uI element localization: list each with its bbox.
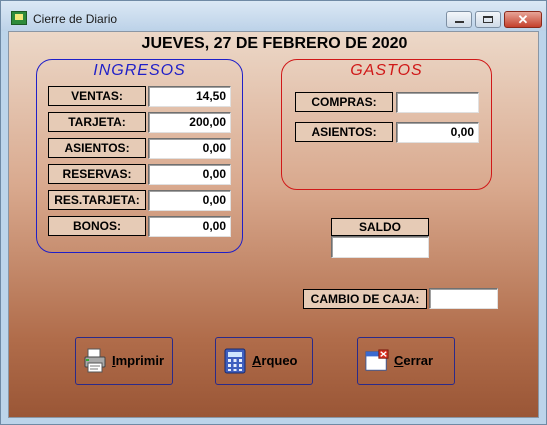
gastos-title: GASTOS (350, 62, 423, 79)
close-window-icon (365, 349, 389, 371)
print-button-label: Imprimir (112, 353, 165, 368)
printer-icon (84, 348, 106, 373)
window-title: Cierre de Diario (33, 12, 118, 26)
window: Cierre de Diario ✕ JUEVES, 27 DE FEBRERO… (0, 0, 547, 425)
close-window-button[interactable]: ✕ (504, 11, 542, 28)
arqueo-button-label: Arqueo (252, 353, 298, 368)
minimize-button[interactable] (446, 11, 472, 28)
ventas-label: VENTAS: (48, 86, 146, 106)
form-body: JUEVES, 27 DE FEBRERO DE 2020 INGRESOS V… (8, 31, 539, 418)
asientos-ingresos-field[interactable]: 0,00 (148, 138, 231, 159)
close-icon: ✕ (517, 12, 529, 27)
tarjeta-field[interactable]: 200,00 (148, 112, 231, 133)
bonos-field[interactable]: 0,00 (148, 216, 231, 237)
title-bar[interactable]: Cierre de Diario ✕ (1, 1, 546, 31)
saldo-field[interactable] (331, 236, 429, 258)
ingresos-title: INGRESOS (93, 62, 186, 79)
res-tarjeta-label: RES.TARJETA: (48, 190, 146, 210)
tarjeta-label: TARJETA: (48, 112, 146, 132)
date-heading: JUEVES, 27 DE FEBRERO DE 2020 (141, 35, 408, 52)
reservas-field[interactable]: 0,00 (148, 164, 231, 185)
compras-label: COMPRAS: (295, 92, 393, 112)
res-tarjeta-field[interactable]: 0,00 (148, 190, 231, 211)
compras-field[interactable] (396, 92, 479, 113)
bonos-label: BONOS: (48, 216, 146, 236)
print-button[interactable]: Imprimir (75, 337, 173, 385)
asientos-ingresos-label: ASIENTOS: (48, 138, 146, 158)
ventas-field[interactable]: 14,50 (148, 86, 231, 107)
asientos-gastos-label: ASIENTOS: (295, 122, 393, 142)
cambio-caja-field[interactable] (429, 288, 498, 309)
maximize-button[interactable] (475, 11, 501, 28)
calculator-icon (224, 348, 246, 374)
saldo-label: SALDO (331, 218, 429, 236)
arqueo-button[interactable]: Arqueo (215, 337, 313, 385)
cerrar-button[interactable]: Cerrar (357, 337, 455, 385)
cambio-caja-label: CAMBIO DE CAJA: (303, 289, 427, 309)
cerrar-button-label: Cerrar (394, 353, 434, 368)
app-icon (11, 11, 27, 25)
asientos-gastos-field[interactable]: 0,00 (396, 122, 479, 143)
reservas-label: RESERVAS: (48, 164, 146, 184)
